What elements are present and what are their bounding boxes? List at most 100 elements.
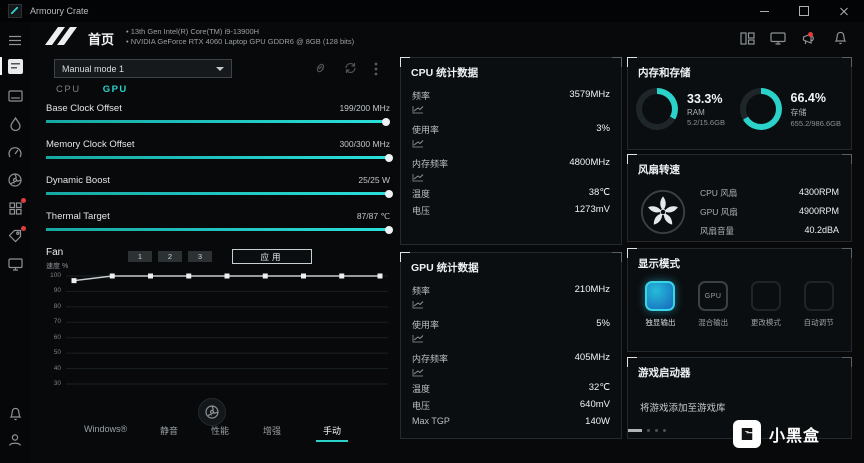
carousel-dot[interactable] <box>655 429 658 432</box>
mode-dropdown-value: Manual mode 1 <box>62 63 125 74</box>
minimize-icon <box>759 10 769 12</box>
devices-button[interactable] <box>739 30 755 46</box>
maximize-icon <box>799 6 809 16</box>
stat-label: 频率 <box>412 286 431 296</box>
stat-label: 温度 <box>412 384 431 394</box>
tab-cpu[interactable]: CPU <box>56 84 81 95</box>
link-icon[interactable] <box>314 62 327 74</box>
display-mode-option-change[interactable]: 更改模式 <box>740 281 793 328</box>
slider-handle[interactable] <box>46 117 390 126</box>
heybox-watermark-text: 小黑盒 <box>769 428 821 445</box>
close-button[interactable] <box>824 0 864 22</box>
close-icon <box>839 6 849 16</box>
ram-percent: 33.3% <box>687 91 723 106</box>
user-icon <box>8 434 22 446</box>
slider-label: Thermal Target <box>46 211 110 222</box>
cpu-stats-panel: CPU 统计数据 频率 3579MHz 使用率 3% 内存频率 4800MHz … <box>400 57 622 245</box>
aura-drop-icon <box>9 117 21 131</box>
grid-icon <box>8 201 22 215</box>
armoury-crate-window: Armoury Crate 首页 • 13th Gen Intel(R) Cor… <box>0 0 864 463</box>
stat-value: 38℃ <box>588 187 610 198</box>
tab-windows[interactable]: Windows® <box>84 424 127 434</box>
stat-value: 3579MHz <box>569 89 610 100</box>
display-mode-panel: 显示模式 独显输出 GPU 混合输出 更改模式 自动调节 <box>627 248 852 352</box>
apply-button[interactable]: 应用 <box>232 249 312 264</box>
slider-value: 300/300 MHz <box>339 139 390 149</box>
slider-track[interactable] <box>46 225 393 234</box>
sparkline-icon <box>412 174 424 182</box>
device-info: 13th Gen Intel(R) Core(TM) i9-13900H NVI… <box>126 27 354 47</box>
slider-handle[interactable] <box>46 225 393 234</box>
sidebar-item-performance[interactable] <box>0 140 30 164</box>
fan-widget-button[interactable] <box>198 398 226 426</box>
stat-label: 电压 <box>412 206 431 216</box>
window-controls <box>744 0 864 22</box>
fan-preset-1[interactable]: 1 <box>128 251 152 262</box>
display-button[interactable] <box>770 30 786 46</box>
menu-toggle-button[interactable] <box>0 28 30 52</box>
sidebar-item-scenarios[interactable] <box>0 196 30 220</box>
slider-base-clock: Base Clock Offset 199/200 MHz <box>46 103 390 126</box>
stat-row: 使用率 5% <box>412 309 610 343</box>
fan-preset-3[interactable]: 3 <box>188 251 212 262</box>
fan-section-header: Fan 速度 % <box>46 247 68 271</box>
stat-row: 频率 210MHz <box>412 275 610 309</box>
sidebar-item-aura[interactable] <box>0 112 30 136</box>
device-gpu-line: NVIDIA GeForce RTX 4060 Laptop GPU GDDR6… <box>126 37 354 47</box>
slider-track[interactable] <box>46 189 393 198</box>
carousel-pagination <box>628 429 666 432</box>
tab-turbo[interactable]: 增强 <box>263 424 281 437</box>
slider-track[interactable] <box>46 117 390 126</box>
sidebar-item-device[interactable] <box>0 84 30 108</box>
sidebar <box>0 22 30 463</box>
stat-value: 32℃ <box>588 382 610 393</box>
page-title: 首页 <box>88 32 115 47</box>
carousel-dot[interactable] <box>647 429 650 432</box>
game-launcher-empty-text[interactable]: 将游戏添加至游戏库 <box>628 380 851 414</box>
sidebar-item-display[interactable] <box>0 252 30 276</box>
maximize-button[interactable] <box>784 0 824 22</box>
sync-icon[interactable] <box>344 62 357 74</box>
sidebar-item-fan[interactable] <box>0 168 30 192</box>
sparkline-icon <box>412 301 424 309</box>
kebab-menu-icon[interactable] <box>374 62 378 76</box>
panel-title: 游戏启动器 <box>638 367 691 379</box>
sidebar-item-home[interactable] <box>0 54 30 78</box>
panel-title: GPU 统计数据 <box>411 262 479 274</box>
tab-gpu[interactable]: GPU <box>103 84 128 95</box>
slider-memory-clock: Memory Clock Offset 300/300 MHz <box>46 139 393 162</box>
stat-row: 电压 640mV <box>412 394 610 411</box>
fan-preset-2[interactable]: 2 <box>158 251 182 262</box>
fan-curve-yaxis: 100 90 80 70 60 50 40 30 <box>50 272 61 387</box>
carousel-dot-active[interactable] <box>628 429 642 432</box>
tab-performance[interactable]: 性能 <box>211 424 229 437</box>
tab-silent[interactable]: 静音 <box>160 424 178 437</box>
stat-label: Max TGP <box>412 416 450 426</box>
home-info-icon <box>7 58 23 74</box>
slider-track[interactable] <box>46 153 393 162</box>
app-title: Armoury Crate <box>30 6 89 16</box>
stat-row: 内存频率 405MHz <box>412 343 610 377</box>
stat-row: Max TGP 140W <box>412 411 610 428</box>
display-mode-options: 独显输出 GPU 混合输出 更改模式 自动调节 <box>628 271 851 328</box>
display-mode-option-auto[interactable]: 自动调节 <box>792 281 845 328</box>
mode-dropdown[interactable]: Manual mode 1 <box>54 59 232 78</box>
heybox-watermark: 小黑盒 <box>733 420 820 448</box>
panel-title: 显示模式 <box>638 258 680 270</box>
slider-handle[interactable] <box>46 153 393 162</box>
stat-label: 内存频率 <box>412 159 449 169</box>
slider-handle[interactable] <box>46 189 393 198</box>
tab-manual[interactable]: 手动 <box>315 424 349 442</box>
alerts-button[interactable] <box>832 30 848 46</box>
carousel-dot[interactable] <box>663 429 666 432</box>
stat-row: 使用率 3% <box>412 114 610 148</box>
minimize-button[interactable] <box>744 0 784 22</box>
sidebar-item-notifications[interactable] <box>0 402 30 426</box>
sidebar-item-offers[interactable] <box>0 224 30 248</box>
ram-donut-chart <box>636 88 678 130</box>
display-mode-option-hybrid[interactable]: GPU 混合输出 <box>687 281 740 328</box>
display-mode-option-dgpu[interactable]: 独显输出 <box>634 281 687 328</box>
announcements-button[interactable] <box>801 30 817 46</box>
fan-curve-chart[interactable]: 100 90 80 70 60 50 40 30 <box>46 270 394 394</box>
sidebar-item-user[interactable] <box>0 428 30 452</box>
